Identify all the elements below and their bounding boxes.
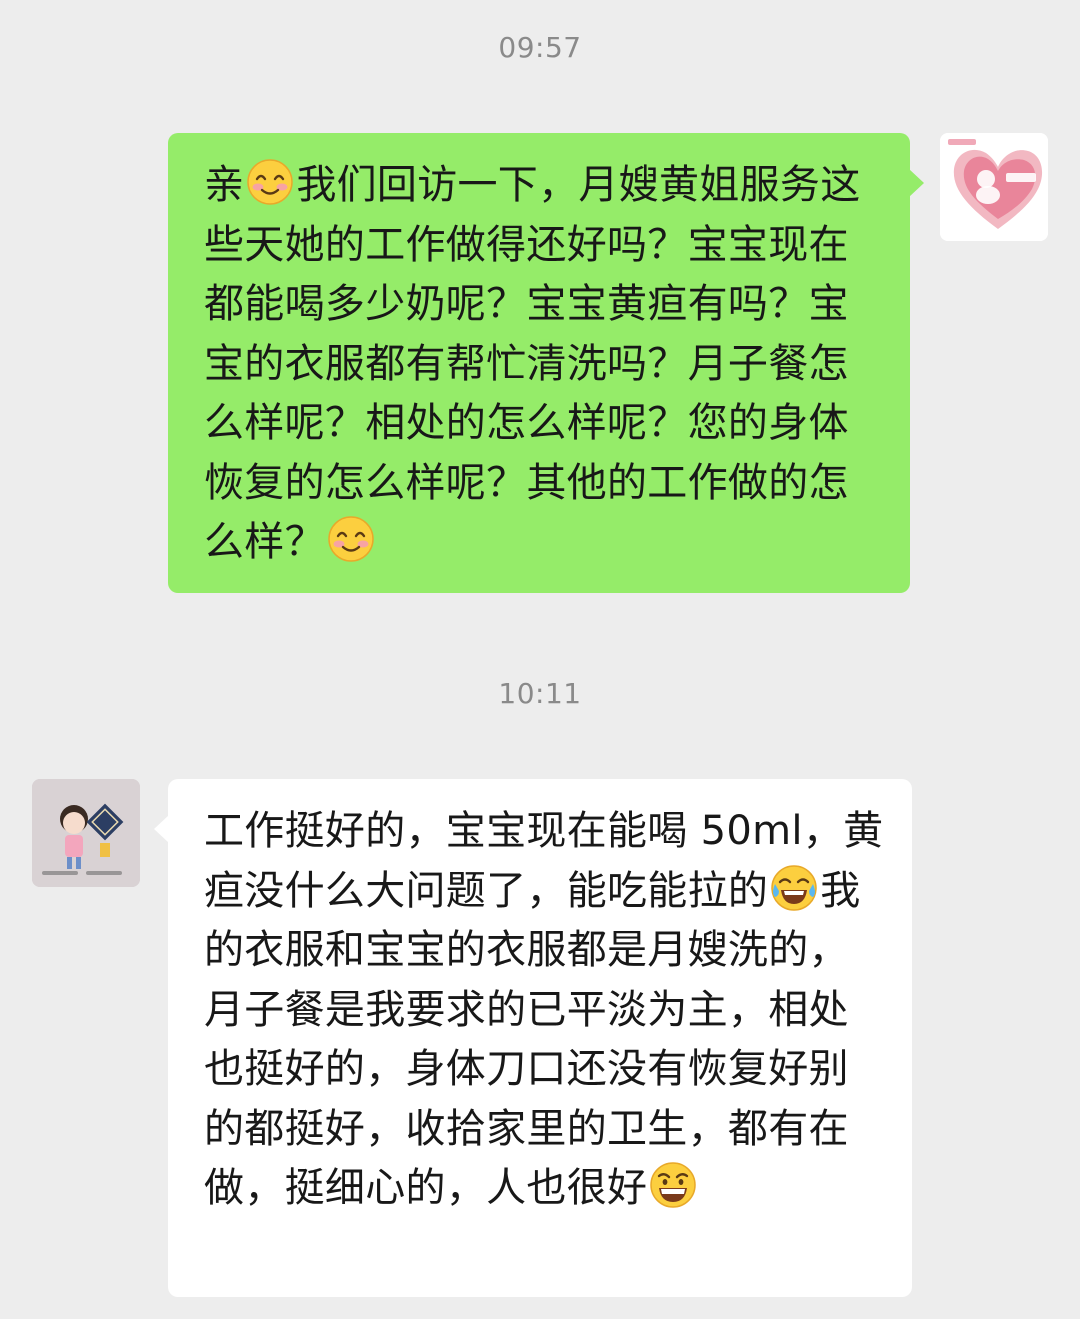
- received-message-bubble[interactable]: 工作挺好的，宝宝现在能喝 50ml，黄疸没什么大问题了，能吃能拉的 我的衣服和宝宝…: [154, 779, 912, 1297]
- sender-avatar[interactable]: [940, 133, 1048, 241]
- message-timestamp: 10:11: [498, 677, 582, 710]
- smiling-face-emoji-icon: [326, 514, 376, 564]
- cartoon-girl-avatar-icon: [32, 779, 140, 887]
- tears-of-joy-emoji-icon: [769, 863, 819, 913]
- sent-message-bubble[interactable]: 亲我们回访一下，月嫂黄姐服务这些天她的工作做得还好吗？宝宝现在都能喝多少奶呢？宝…: [168, 133, 924, 593]
- message-text: 我的衣服和宝宝的衣服都是月嫂洗的，月子餐是我要求的已平淡为主，相处也挺好的，身体…: [204, 867, 861, 1212]
- grinning-face-emoji-icon: [648, 1160, 698, 1210]
- message-text: 亲: [204, 162, 245, 208]
- heart-logo-icon: [940, 133, 1048, 241]
- message-text: 我们回访一下，月嫂黄姐服务这些天她的工作做得还好吗？宝宝现在都能喝多少奶呢？宝宝…: [204, 162, 861, 565]
- smiling-face-emoji-icon: [245, 157, 295, 207]
- message-timestamp: 09:57: [498, 31, 582, 64]
- contact-avatar[interactable]: [32, 779, 140, 887]
